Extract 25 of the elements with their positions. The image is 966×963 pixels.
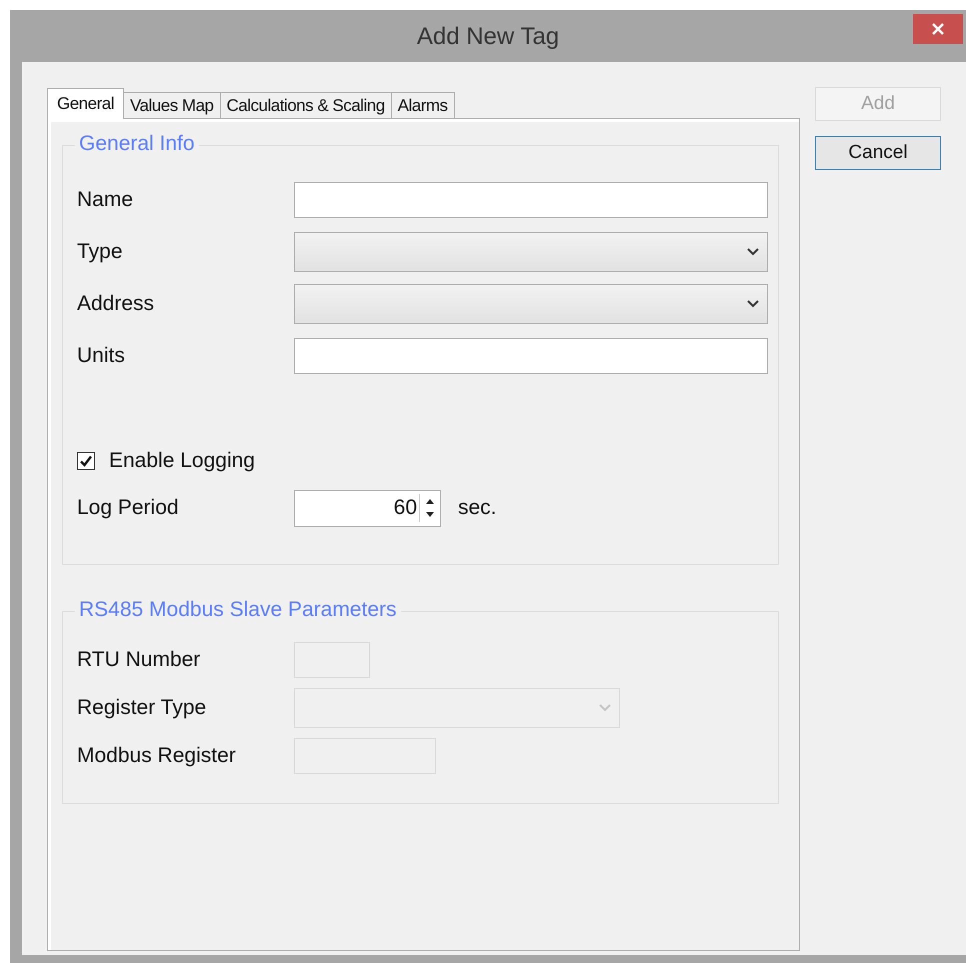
close-icon	[931, 22, 945, 36]
input-field[interactable]	[294, 338, 768, 374]
window-title: Add New Tag	[416, 23, 560, 51]
chevron-down-icon	[747, 300, 759, 308]
field-label: Name	[77, 188, 134, 212]
close-button[interactable]	[913, 14, 963, 44]
number-spinner[interactable]: 60	[294, 490, 441, 526]
dialog-button[interactable]: Cancel	[815, 136, 941, 170]
field-label: Type	[77, 240, 124, 264]
unit-label: sec.	[458, 496, 497, 520]
tab[interactable]: General	[47, 88, 124, 119]
field-label: Units	[77, 344, 126, 368]
checkbox[interactable]	[77, 452, 95, 470]
field-label: Register Type	[77, 696, 208, 720]
checkbox-label[interactable]: Enable Logging	[109, 449, 255, 473]
field-label: RTU Number	[77, 648, 202, 672]
field-label: Address	[77, 292, 156, 316]
field-label: Log Period	[77, 496, 180, 520]
tab[interactable]: Alarms	[390, 92, 455, 118]
chevron-down-icon	[599, 704, 611, 712]
dropdown[interactable]	[294, 284, 768, 324]
input-field[interactable]	[294, 182, 768, 218]
field-label: Modbus Register	[77, 744, 237, 768]
dropdown[interactable]	[294, 232, 768, 272]
chevron-down-icon	[747, 248, 759, 256]
